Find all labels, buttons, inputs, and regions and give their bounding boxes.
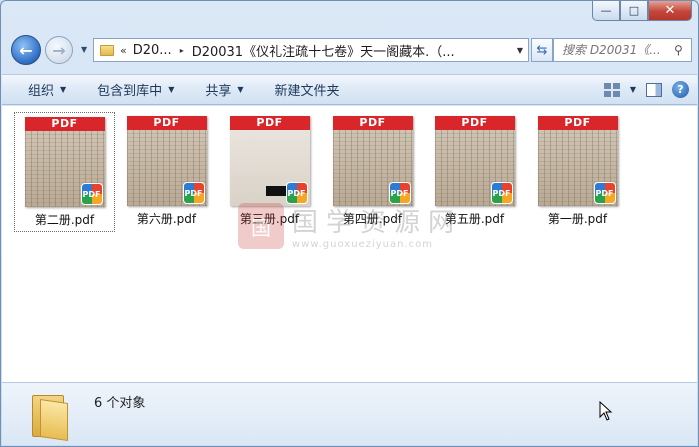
explorer-window: — □ ✕ ← → ▼ « D20... ▸ D20031《仪礼注疏十七卷》天一… xyxy=(0,0,699,447)
pdf-app-icon: PDF xyxy=(80,183,103,205)
search-box[interactable]: ⚲ xyxy=(553,38,692,62)
pdf-app-icon: PDF xyxy=(593,182,616,204)
watermark-url: www.guoxueziyuan.com xyxy=(292,239,433,250)
pdf-app-icon: PDF xyxy=(182,182,205,204)
file-list-area[interactable]: PDF PDF 第二册.pdf PDF PDF 第六册.pdf PDF PDF … xyxy=(2,106,697,382)
file-name: 第四册.pdf xyxy=(342,212,403,226)
thumbnail-header: PDF xyxy=(24,117,105,131)
search-input[interactable] xyxy=(562,43,674,57)
forward-button[interactable]: → xyxy=(45,36,73,64)
mouse-cursor-icon xyxy=(599,400,613,424)
file-item[interactable]: PDF PDF 第一册.pdf xyxy=(527,112,628,232)
pdf-thumbnail: PDF PDF xyxy=(229,116,310,206)
organize-menu[interactable]: 组织 ▼ xyxy=(2,75,77,104)
view-controls: ▼ ? xyxy=(603,75,689,104)
refresh-icon: ⇆ xyxy=(536,42,548,58)
pdf-app-icon: PDF xyxy=(490,182,513,204)
folder-icon xyxy=(30,391,70,441)
breadcrumb-overflow-chevron[interactable]: « xyxy=(120,44,127,57)
thumbnail-header: PDF xyxy=(332,116,413,130)
breadcrumb-separator-icon[interactable]: ▸ xyxy=(180,46,184,55)
pdf-thumbnail: PDF PDF xyxy=(332,116,413,206)
pdf-thumbnail: PDF PDF xyxy=(126,116,207,206)
file-item[interactable]: PDF PDF 第二册.pdf xyxy=(14,112,115,232)
include-in-library-label: 包含到库中 xyxy=(97,84,163,99)
navigation-bar: ← → ▼ « D20... ▸ D20031《仪礼注疏十七卷》天一阁藏本.（.… xyxy=(9,31,692,67)
file-item[interactable]: PDF PDF 第三册.pdf xyxy=(219,112,320,232)
chevron-down-icon: ▼ xyxy=(60,85,67,94)
chevron-down-icon: ▼ xyxy=(168,85,175,94)
thumbnail-header: PDF xyxy=(537,116,618,130)
back-button[interactable]: ← xyxy=(11,35,41,65)
organize-label: 组织 xyxy=(28,84,55,99)
view-options-dropdown-icon[interactable]: ▼ xyxy=(630,85,636,94)
caption-buttons: — □ ✕ xyxy=(592,1,692,21)
pdf-app-icon: PDF xyxy=(285,182,308,204)
file-item[interactable]: PDF PDF 第四册.pdf xyxy=(322,112,423,232)
file-name: 第五册.pdf xyxy=(444,212,505,226)
file-name: 第三册.pdf xyxy=(239,212,300,226)
item-count: 6 个对象 xyxy=(94,396,146,411)
thumbnail-header: PDF xyxy=(229,116,310,130)
pdf-app-icon: PDF xyxy=(388,182,411,204)
thumbnail-mark xyxy=(265,186,288,196)
pdf-thumbnail: PDF PDF xyxy=(24,117,105,207)
breadcrumb-current[interactable]: D20031《仪礼注疏十七卷》天一阁藏本.（... xyxy=(192,41,512,60)
maximize-button[interactable]: □ xyxy=(620,1,648,21)
recent-pages-dropdown[interactable]: ▼ xyxy=(81,45,87,54)
address-bar[interactable]: « D20... ▸ D20031《仪礼注疏十七卷》天一阁藏本.（... ▼ xyxy=(93,38,529,62)
share-label: 共享 xyxy=(205,84,232,99)
help-icon[interactable]: ? xyxy=(672,81,689,98)
change-view-icon[interactable] xyxy=(603,82,620,97)
thumbnail-header: PDF xyxy=(434,116,515,130)
file-item[interactable]: PDF PDF 第五册.pdf xyxy=(424,112,525,232)
file-name: 第一册.pdf xyxy=(547,212,608,226)
share-menu[interactable]: 共享 ▼ xyxy=(185,75,254,104)
file-name: 第六册.pdf xyxy=(136,212,197,226)
address-dropdown-icon[interactable]: ▼ xyxy=(512,46,528,55)
minimize-button[interactable]: — xyxy=(592,1,620,21)
refresh-button[interactable]: ⇆ xyxy=(531,38,553,62)
close-button[interactable]: ✕ xyxy=(648,1,692,21)
file-name: 第二册.pdf xyxy=(34,213,95,227)
breadcrumb-root[interactable]: D20... xyxy=(133,43,172,58)
thumbnail-header: PDF xyxy=(126,116,207,130)
folder-icon xyxy=(100,44,114,56)
search-icon[interactable]: ⚲ xyxy=(674,43,683,57)
include-in-library-menu[interactable]: 包含到库中 ▼ xyxy=(77,75,185,104)
command-bar: 组织 ▼ 包含到库中 ▼ 共享 ▼ 新建文件夹 ▼ ? xyxy=(2,74,697,105)
pdf-thumbnail: PDF PDF xyxy=(434,116,515,206)
chevron-down-icon: ▼ xyxy=(237,85,244,94)
details-pane: 6 个对象 xyxy=(2,382,697,445)
pdf-thumbnail: PDF PDF xyxy=(537,116,618,206)
preview-pane-icon[interactable] xyxy=(646,82,662,97)
new-folder-button[interactable]: 新建文件夹 xyxy=(255,75,351,104)
file-item[interactable]: PDF PDF 第六册.pdf xyxy=(116,112,217,232)
new-folder-label: 新建文件夹 xyxy=(274,84,340,99)
